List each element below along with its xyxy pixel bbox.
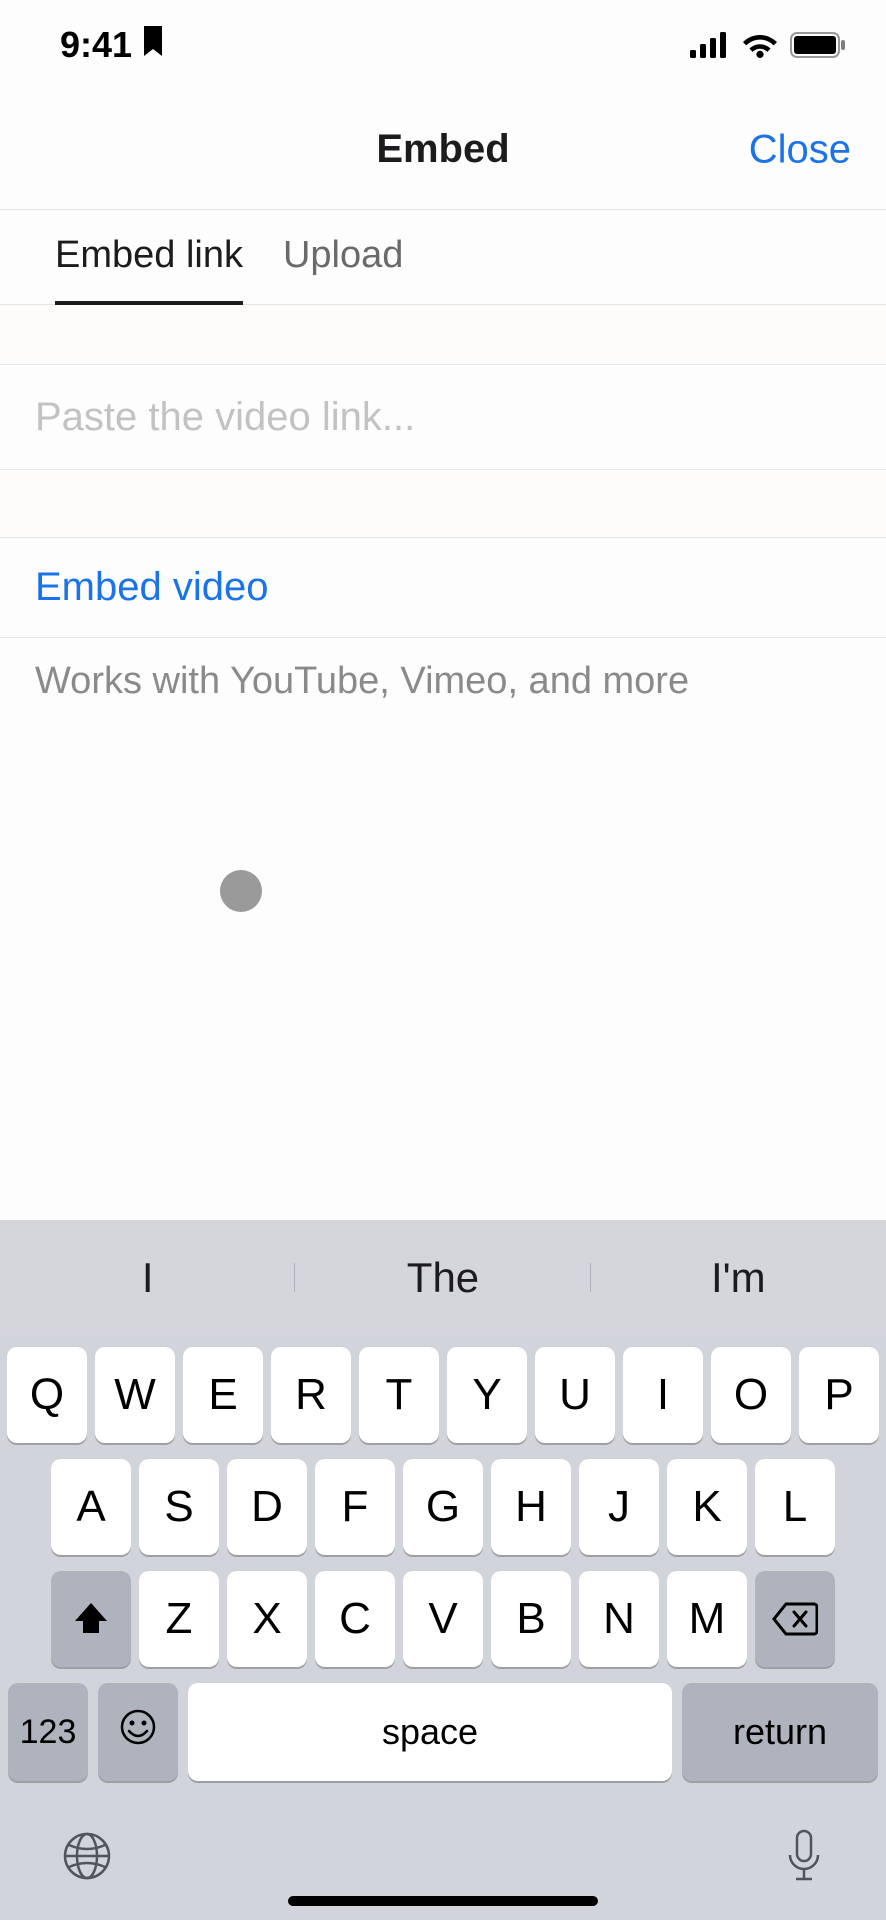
globe-icon[interactable] [60,1829,114,1883]
backspace-key[interactable] [755,1571,835,1667]
emoji-key[interactable] [98,1683,178,1781]
key-y[interactable]: Y [447,1347,527,1443]
key-d[interactable]: D [227,1459,307,1555]
shift-key[interactable] [51,1571,131,1667]
status-bar: 9:41 [0,0,886,90]
video-link-input[interactable] [35,395,851,440]
suggestion-3[interactable]: I'm [591,1254,886,1302]
close-button[interactable]: Close [749,127,851,172]
key-c[interactable]: C [315,1571,395,1667]
modal-title: Embed [376,127,509,172]
embed-video-button[interactable]: Embed video [0,538,886,638]
key-p[interactable]: P [799,1347,879,1443]
key-l[interactable]: L [755,1459,835,1555]
battery-icon [790,32,846,58]
home-indicator[interactable] [288,1896,598,1906]
modal-header: Embed Close [0,90,886,210]
key-row-3: Z X C V B N M [6,1571,880,1667]
space-key[interactable]: space [188,1683,672,1781]
keyboard-suggestions: I The I'm [0,1220,886,1335]
key-r[interactable]: R [271,1347,351,1443]
key-k[interactable]: K [667,1459,747,1555]
wifi-icon [742,32,778,58]
emoji-icon [118,1707,158,1757]
key-w[interactable]: W [95,1347,175,1443]
backspace-icon [772,1602,818,1636]
bookmark-icon [142,26,164,64]
key-z[interactable]: Z [139,1571,219,1667]
key-row-2: A S D F G H J K L [6,1459,880,1555]
spacer [0,470,886,538]
spacer [0,305,886,365]
key-h[interactable]: H [491,1459,571,1555]
key-b[interactable]: B [491,1571,571,1667]
suggestion-2[interactable]: The [295,1254,590,1302]
key-u[interactable]: U [535,1347,615,1443]
key-m[interactable]: M [667,1571,747,1667]
key-x[interactable]: X [227,1571,307,1667]
touch-indicator [220,870,262,912]
tabs: Embed link Upload [0,210,886,305]
video-link-row [0,365,886,470]
key-o[interactable]: O [711,1347,791,1443]
key-j[interactable]: J [579,1459,659,1555]
key-row-4: 123 space return [6,1683,880,1781]
mic-icon[interactable] [782,1827,826,1885]
tab-embed-link[interactable]: Embed link [55,211,243,305]
suggestion-1[interactable]: I [0,1254,295,1302]
keyboard: I The I'm Q W E R T Y U I O P A S D F G … [0,1220,886,1920]
key-row-1: Q W E R T Y U I O P [6,1347,880,1443]
key-t[interactable]: T [359,1347,439,1443]
key-n[interactable]: N [579,1571,659,1667]
key-s[interactable]: S [139,1459,219,1555]
key-g[interactable]: G [403,1459,483,1555]
key-v[interactable]: V [403,1571,483,1667]
key-e[interactable]: E [183,1347,263,1443]
keyboard-toolbar [0,1797,886,1895]
hint-text: Works with YouTube, Vimeo, and more [0,638,886,725]
status-time: 9:41 [60,24,132,66]
key-q[interactable]: Q [7,1347,87,1443]
shift-icon [71,1599,111,1639]
key-a[interactable]: A [51,1459,131,1555]
return-key[interactable]: return [682,1683,878,1781]
numbers-key[interactable]: 123 [8,1683,88,1781]
cellular-signal-icon [690,32,730,58]
tab-upload[interactable]: Upload [283,211,403,305]
key-i[interactable]: I [623,1347,703,1443]
key-f[interactable]: F [315,1459,395,1555]
